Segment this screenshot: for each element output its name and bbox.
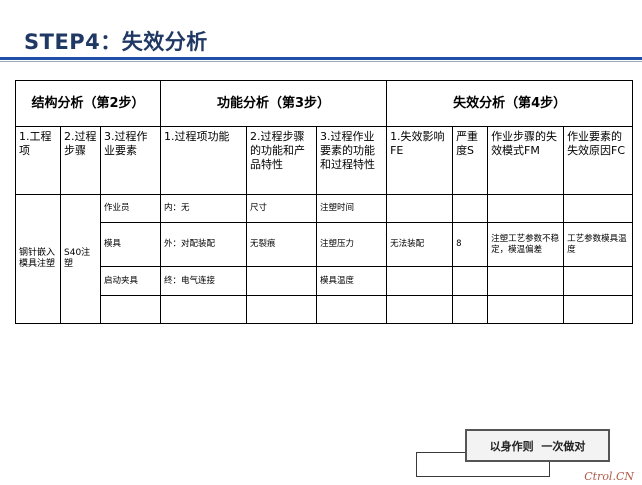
table-cell — [487, 194, 565, 223]
header-failure-mode: 作业步骤的失效模式FM — [487, 126, 565, 195]
table-cell: 8 — [452, 222, 489, 267]
table-cell: 外：对配装配 — [160, 222, 248, 267]
header-failure-cause: 作业要素的失效原因FC — [563, 126, 634, 195]
header-item-function: 1.过程项功能 — [160, 126, 248, 195]
title-underline — [0, 57, 642, 60]
table-cell — [246, 295, 318, 324]
table-cell: 无裂痕 — [246, 222, 318, 267]
table-cell — [386, 295, 454, 324]
section-structure: 结构分析（第2步） — [14, 80, 162, 127]
header-step-function: 2.过程步骤的功能和产品特性 — [246, 126, 318, 195]
table-cell — [563, 266, 634, 296]
table-cell — [386, 194, 454, 223]
table-cell — [452, 266, 489, 296]
header-element-function: 3.过程作业要素的功能和过程特性 — [316, 126, 388, 195]
header-severity: 严重度S — [452, 126, 489, 195]
table-cell — [563, 295, 634, 324]
table-cell: 内：无 — [160, 194, 248, 223]
table-cell: 注塑时间 — [316, 194, 388, 223]
page-title: STEP4：失效分析 — [24, 30, 208, 54]
table-cell — [99, 295, 162, 324]
table-cell — [487, 295, 565, 324]
title-underline-thin — [0, 61, 642, 62]
section-function: 功能分析（第3步） — [160, 80, 388, 127]
table-cell — [452, 194, 489, 223]
table-cell — [452, 295, 489, 324]
motto-box: 以身作则 一次做对 — [465, 429, 610, 462]
table-cell: 无法装配 — [386, 222, 454, 267]
watermark: Ctrol.CN — [584, 470, 634, 483]
fmea-table: 结构分析（第2步） 功能分析（第3步） 失效分析（第4步） 1.工程项 2.过程… — [14, 80, 634, 324]
cell-process-item: 钢针嵌入模具注塑 — [15, 194, 61, 324]
header-failure-effect: 1.失效影响FE — [386, 126, 454, 195]
section-failure: 失效分析（第4步） — [386, 80, 634, 127]
table-cell — [316, 295, 388, 324]
cell-process-step: S40注塑 — [60, 194, 101, 324]
table-cell: 终：电气连接 — [160, 266, 248, 296]
table-cell — [386, 266, 454, 296]
header-process-item: 1.工程项 — [15, 126, 61, 195]
table-cell: 尺寸 — [246, 194, 318, 223]
table-cell — [487, 266, 565, 296]
table-cell: 作业员 — [99, 194, 162, 223]
table-cell — [246, 266, 318, 296]
table-cell: 启动夹具 — [99, 266, 162, 296]
header-process-element: 3.过程作业要素 — [99, 126, 162, 195]
table-cell: 注塑压力 — [316, 222, 388, 267]
table-cell: 工艺参数模具温度 — [563, 222, 634, 267]
table-cell: 模具 — [99, 222, 162, 267]
table-cell — [563, 194, 634, 223]
table-cell: 模具温度 — [316, 266, 388, 296]
table-cell: 注塑工艺参数不稳定，模温偏差 — [487, 222, 565, 267]
header-process-step: 2.过程步骤 — [60, 126, 101, 195]
table-cell — [160, 295, 248, 324]
